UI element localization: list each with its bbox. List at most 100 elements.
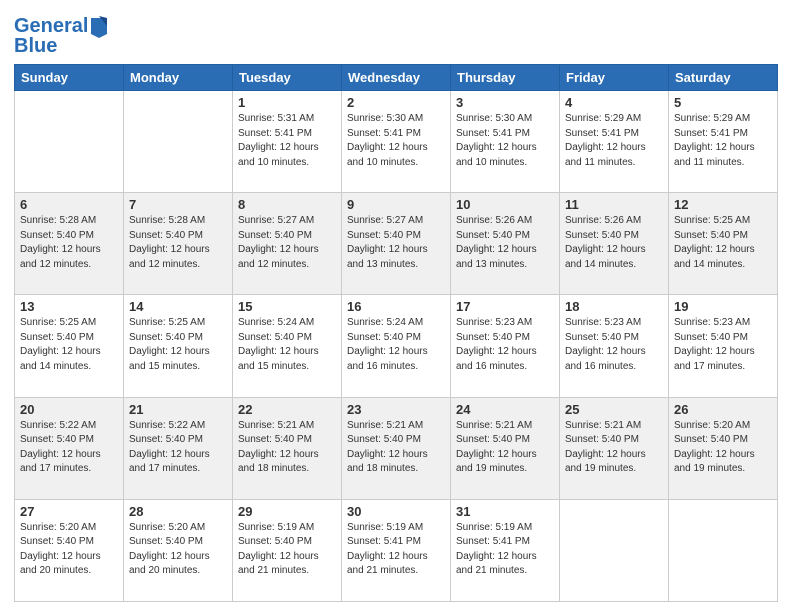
calendar-day-cell: 16Sunrise: 5:24 AM Sunset: 5:40 PM Dayli…	[342, 295, 451, 397]
calendar-day-cell: 4 Sunrise: 5:29 AM Sunset: 5:41 PM Daylig…	[560, 91, 669, 193]
calendar-day-cell: 26 Sunrise: 5:20 AM Sunset: 5:40 PM Dayli…	[669, 397, 778, 499]
calendar-day-cell: 19Sunrise: 5:23 AM Sunset: 5:40 PM Dayli…	[669, 295, 778, 397]
day-info: Sunrise: 5:20 AM Sunset: 5:40 PM Dayligh…	[129, 521, 227, 579]
day-number: 17	[456, 299, 554, 314]
weekday-header-saturday: Saturday	[669, 65, 778, 91]
calendar-day-cell: 1 Sunrise: 5:31 AM Sunset: 5:41 PM Daylig…	[233, 91, 342, 193]
day-number: 22	[238, 402, 336, 417]
day-number: 25	[565, 402, 663, 417]
weekday-header-tuesday: Tuesday	[233, 65, 342, 91]
calendar-day-cell: 14 Sunrise: 5:25 AM Sunset: 5:40 PM Dayli…	[124, 295, 233, 397]
day-number: 24	[456, 402, 554, 417]
calendar-day-cell: 25Sunrise: 5:21 AM Sunset: 5:40 PM Dayli…	[560, 397, 669, 499]
day-info: Sunrise: 5:26 AM Sunset: 5:40 PM Dayligh…	[565, 214, 663, 272]
day-number: 20	[20, 402, 118, 417]
calendar-day-cell: 11 Sunrise: 5:26 AM Sunset: 5:40 PM Dayli…	[560, 193, 669, 295]
day-number: 7	[129, 197, 227, 212]
calendar-day-cell: 20 Sunrise: 5:22 AM Sunset: 5:40 PM Dayli…	[15, 397, 124, 499]
day-info: Sunrise: 5:21 AM Sunset: 5:40 PM Dayligh…	[238, 419, 336, 477]
weekday-header-sunday: Sunday	[15, 65, 124, 91]
calendar-day-cell: 22 Sunrise: 5:21 AM Sunset: 5:40 PM Dayli…	[233, 397, 342, 499]
day-number: 21	[129, 402, 227, 417]
day-info: Sunrise: 5:22 AM Sunset: 5:40 PM Dayligh…	[20, 419, 118, 477]
calendar-day-cell: 3 Sunrise: 5:30 AM Sunset: 5:41 PM Daylig…	[451, 91, 560, 193]
weekday-header-monday: Monday	[124, 65, 233, 91]
calendar-day-cell: 7 Sunrise: 5:28 AM Sunset: 5:40 PM Daylig…	[124, 193, 233, 295]
empty-cell	[124, 91, 233, 193]
day-info: Sunrise: 5:27 AM Sunset: 5:40 PM Dayligh…	[238, 214, 336, 272]
day-info: Sunrise: 5:29 AM Sunset: 5:41 PM Dayligh…	[674, 112, 772, 170]
day-info: Sunrise: 5:28 AM Sunset: 5:40 PM Dayligh…	[20, 214, 118, 272]
logo-icon	[89, 14, 109, 38]
day-info: Sunrise: 5:25 AM Sunset: 5:40 PM Dayligh…	[674, 214, 772, 272]
calendar-week-row: 27Sunrise: 5:20 AM Sunset: 5:40 PM Dayli…	[15, 499, 778, 601]
calendar-day-cell: 8 Sunrise: 5:27 AM Sunset: 5:40 PM Daylig…	[233, 193, 342, 295]
page: General Blue SundayMondayTuesdayWe	[0, 0, 792, 612]
day-info: Sunrise: 5:24 AM Sunset: 5:40 PM Dayligh…	[238, 316, 336, 374]
day-number: 16	[347, 299, 445, 314]
day-number: 2	[347, 95, 445, 110]
day-number: 15	[238, 299, 336, 314]
calendar-day-cell: 2 Sunrise: 5:30 AM Sunset: 5:41 PM Daylig…	[342, 91, 451, 193]
header: General Blue	[14, 10, 778, 56]
calendar-day-cell: 31 Sunrise: 5:19 AM Sunset: 5:41 PM Dayli…	[451, 499, 560, 601]
calendar-header-row: SundayMondayTuesdayWednesdayThursdayFrid…	[15, 65, 778, 91]
calendar-day-cell: 15 Sunrise: 5:24 AM Sunset: 5:40 PM Dayli…	[233, 295, 342, 397]
day-number: 11	[565, 197, 663, 212]
calendar-day-cell: 24 Sunrise: 5:21 AM Sunset: 5:40 PM Dayli…	[451, 397, 560, 499]
calendar-day-cell: 18Sunrise: 5:23 AM Sunset: 5:40 PM Dayli…	[560, 295, 669, 397]
empty-cell	[15, 91, 124, 193]
day-info: Sunrise: 5:25 AM Sunset: 5:40 PM Dayligh…	[20, 316, 118, 374]
calendar-day-cell: 17 Sunrise: 5:23 AM Sunset: 5:40 PM Dayli…	[451, 295, 560, 397]
calendar-day-cell: 27Sunrise: 5:20 AM Sunset: 5:40 PM Dayli…	[15, 499, 124, 601]
day-number: 8	[238, 197, 336, 212]
day-info: Sunrise: 5:29 AM Sunset: 5:41 PM Dayligh…	[565, 112, 663, 170]
calendar-day-cell: 6 Sunrise: 5:28 AM Sunset: 5:40 PM Daylig…	[15, 193, 124, 295]
calendar-day-cell: 12 Sunrise: 5:25 AM Sunset: 5:40 PM Dayli…	[669, 193, 778, 295]
weekday-header-wednesday: Wednesday	[342, 65, 451, 91]
calendar-table: SundayMondayTuesdayWednesdayThursdayFrid…	[14, 64, 778, 602]
day-info: Sunrise: 5:30 AM Sunset: 5:41 PM Dayligh…	[347, 112, 445, 170]
day-info: Sunrise: 5:21 AM Sunset: 5:40 PM Dayligh…	[456, 419, 554, 477]
logo-text2: Blue	[14, 36, 57, 56]
day-info: Sunrise: 5:31 AM Sunset: 5:41 PM Dayligh…	[238, 112, 336, 170]
weekday-header-thursday: Thursday	[451, 65, 560, 91]
day-info: Sunrise: 5:28 AM Sunset: 5:40 PM Dayligh…	[129, 214, 227, 272]
day-number: 26	[674, 402, 772, 417]
calendar-day-cell: 13Sunrise: 5:25 AM Sunset: 5:40 PM Dayli…	[15, 295, 124, 397]
day-info: Sunrise: 5:30 AM Sunset: 5:41 PM Dayligh…	[456, 112, 554, 170]
calendar-week-row: 20 Sunrise: 5:22 AM Sunset: 5:40 PM Dayli…	[15, 397, 778, 499]
calendar-week-row: 6 Sunrise: 5:28 AM Sunset: 5:40 PM Daylig…	[15, 193, 778, 295]
day-number: 31	[456, 504, 554, 519]
day-number: 4	[565, 95, 663, 110]
day-number: 1	[238, 95, 336, 110]
day-info: Sunrise: 5:19 AM Sunset: 5:40 PM Dayligh…	[238, 521, 336, 579]
day-info: Sunrise: 5:22 AM Sunset: 5:40 PM Dayligh…	[129, 419, 227, 477]
day-number: 12	[674, 197, 772, 212]
day-info: Sunrise: 5:23 AM Sunset: 5:40 PM Dayligh…	[456, 316, 554, 374]
day-number: 28	[129, 504, 227, 519]
calendar-day-cell: 21 Sunrise: 5:22 AM Sunset: 5:40 PM Dayli…	[124, 397, 233, 499]
day-number: 14	[129, 299, 227, 314]
day-info: Sunrise: 5:25 AM Sunset: 5:40 PM Dayligh…	[129, 316, 227, 374]
day-info: Sunrise: 5:20 AM Sunset: 5:40 PM Dayligh…	[674, 419, 772, 477]
calendar-day-cell: 10 Sunrise: 5:26 AM Sunset: 5:40 PM Dayli…	[451, 193, 560, 295]
day-number: 9	[347, 197, 445, 212]
calendar-day-cell: 5Sunrise: 5:29 AM Sunset: 5:41 PM Daylig…	[669, 91, 778, 193]
weekday-header-friday: Friday	[560, 65, 669, 91]
calendar-day-cell: 23Sunrise: 5:21 AM Sunset: 5:40 PM Dayli…	[342, 397, 451, 499]
logo: General Blue	[14, 14, 109, 56]
empty-cell	[669, 499, 778, 601]
day-number: 10	[456, 197, 554, 212]
day-info: Sunrise: 5:20 AM Sunset: 5:40 PM Dayligh…	[20, 521, 118, 579]
day-number: 29	[238, 504, 336, 519]
day-info: Sunrise: 5:19 AM Sunset: 5:41 PM Dayligh…	[456, 521, 554, 579]
day-info: Sunrise: 5:23 AM Sunset: 5:40 PM Dayligh…	[565, 316, 663, 374]
day-info: Sunrise: 5:27 AM Sunset: 5:40 PM Dayligh…	[347, 214, 445, 272]
day-info: Sunrise: 5:26 AM Sunset: 5:40 PM Dayligh…	[456, 214, 554, 272]
day-number: 23	[347, 402, 445, 417]
day-info: Sunrise: 5:19 AM Sunset: 5:41 PM Dayligh…	[347, 521, 445, 579]
calendar-day-cell: 28 Sunrise: 5:20 AM Sunset: 5:40 PM Dayli…	[124, 499, 233, 601]
day-number: 6	[20, 197, 118, 212]
day-number: 3	[456, 95, 554, 110]
